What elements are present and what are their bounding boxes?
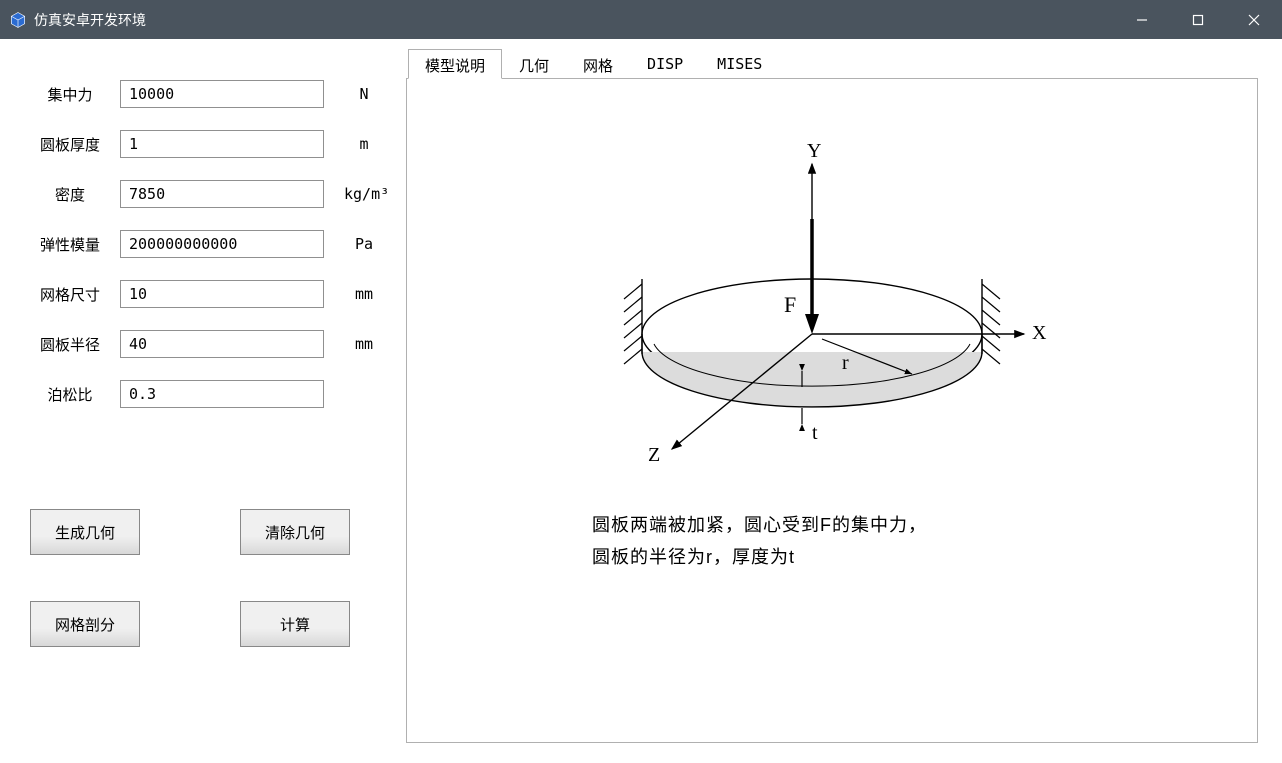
input-elastic-modulus[interactable]	[120, 230, 324, 258]
x-axis-label: X	[1032, 322, 1047, 344]
tab-content-model-desc: Y F X	[406, 78, 1258, 743]
row-density: 密度 kg/m³	[20, 169, 386, 219]
clear-geometry-button[interactable]: 清除几何	[240, 509, 350, 555]
row-radius: 圆板半径 mm	[20, 319, 386, 369]
maximize-button[interactable]	[1170, 0, 1226, 39]
row-poisson: 泊松比	[20, 369, 386, 419]
parameter-form: 集中力 N 圆板厚度 m 密度 kg/m³ 弹性模量 Pa 网格尺寸	[20, 69, 386, 419]
disc-diagram-svg: Y F X	[612, 139, 1052, 489]
action-button-group: 生成几何 清除几何 网格剖分 计算	[20, 509, 386, 647]
unit-elastic-modulus: Pa	[324, 235, 384, 253]
row-elastic-modulus: 弹性模量 Pa	[20, 219, 386, 269]
label-density: 密度	[20, 184, 120, 205]
model-diagram: Y F X	[407, 79, 1257, 742]
row-thickness: 圆板厚度 m	[20, 119, 386, 169]
unit-force: N	[324, 85, 384, 103]
app-body: 集中力 N 圆板厚度 m 密度 kg/m³ 弹性模量 Pa 网格尺寸	[0, 39, 1282, 763]
tab-mesh[interactable]: 网格	[566, 49, 630, 79]
input-mesh-size[interactable]	[120, 280, 324, 308]
minimize-button[interactable]	[1114, 0, 1170, 39]
input-radius[interactable]	[120, 330, 324, 358]
label-poisson: 泊松比	[20, 384, 120, 405]
model-caption: 圆板两端被加紧，圆心受到F的集中力， 圆板的半径为r，厚度为t	[592, 509, 1072, 573]
window-title-bar: 仿真安卓开发环境	[0, 0, 1282, 39]
row-mesh-size: 网格尺寸 mm	[20, 269, 386, 319]
input-poisson[interactable]	[120, 380, 324, 408]
unit-mesh-size: mm	[324, 285, 384, 303]
input-force[interactable]	[120, 80, 324, 108]
label-radius: 圆板半径	[20, 334, 120, 355]
fixed-support-left-icon	[624, 279, 642, 364]
tab-mises[interactable]: MISES	[700, 49, 779, 79]
thickness-label: t	[812, 422, 818, 444]
label-force: 集中力	[20, 84, 120, 105]
z-axis-label: Z	[648, 444, 660, 466]
app-icon	[8, 10, 28, 30]
parameter-panel: 集中力 N 圆板厚度 m 密度 kg/m³ 弹性模量 Pa 网格尺寸	[0, 39, 406, 763]
compute-button[interactable]: 计算	[240, 601, 350, 647]
window-controls	[1114, 0, 1282, 39]
input-thickness[interactable]	[120, 130, 324, 158]
label-thickness: 圆板厚度	[20, 134, 120, 155]
window-title: 仿真安卓开发环境	[34, 10, 146, 30]
unit-thickness: m	[324, 135, 384, 153]
mesh-button[interactable]: 网格剖分	[30, 601, 140, 647]
fixed-support-right-icon	[982, 279, 1000, 364]
caption-line-1: 圆板两端被加紧，圆心受到F的集中力，	[592, 509, 1072, 541]
tab-bar: 模型说明 几何 网格 DISP MISES	[408, 49, 1258, 79]
caption-line-2: 圆板的半径为r，厚度为t	[592, 541, 1072, 573]
radius-label: r	[842, 352, 849, 374]
unit-density: kg/m³	[324, 185, 384, 203]
force-label: F	[784, 292, 796, 317]
tab-disp[interactable]: DISP	[630, 49, 700, 79]
label-mesh-size: 网格尺寸	[20, 284, 120, 305]
label-elastic-modulus: 弹性模量	[20, 234, 120, 255]
row-force: 集中力 N	[20, 69, 386, 119]
tab-geometry[interactable]: 几何	[502, 49, 566, 79]
close-button[interactable]	[1226, 0, 1282, 39]
y-axis-label: Y	[807, 140, 821, 162]
result-panel: 模型说明 几何 网格 DISP MISES	[406, 39, 1282, 763]
generate-geometry-button[interactable]: 生成几何	[30, 509, 140, 555]
input-density[interactable]	[120, 180, 324, 208]
tab-model-desc[interactable]: 模型说明	[408, 49, 502, 79]
unit-radius: mm	[324, 335, 384, 353]
title-left: 仿真安卓开发环境	[8, 10, 146, 30]
